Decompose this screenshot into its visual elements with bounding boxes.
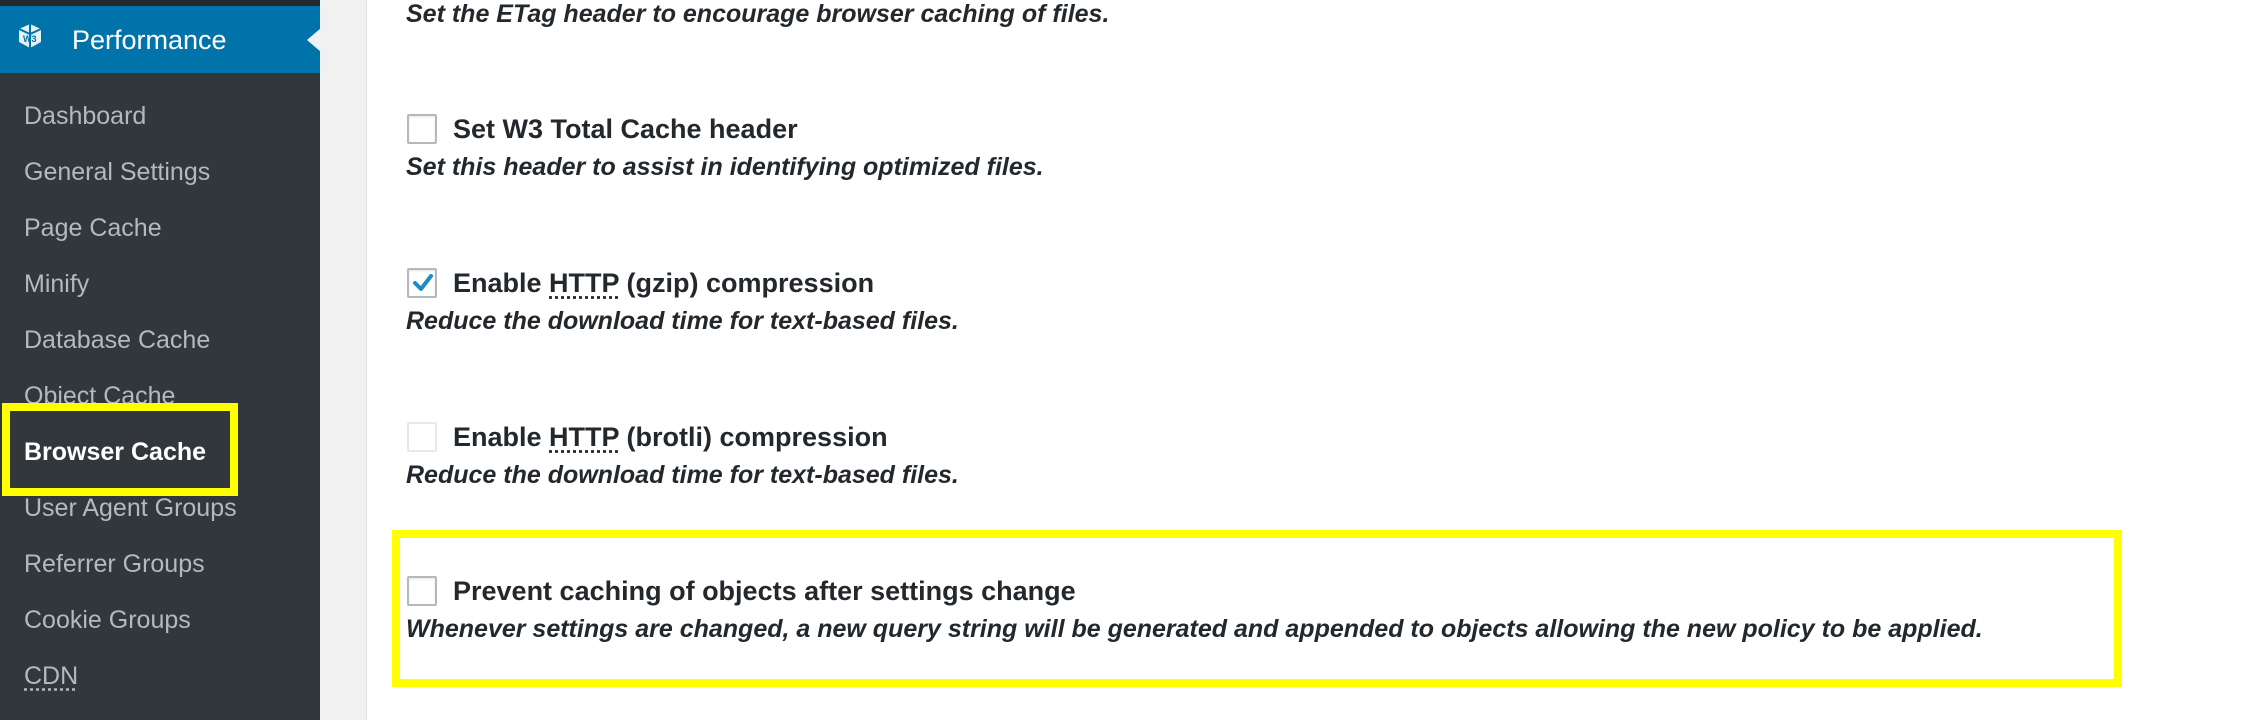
sidebar-item-user-agent-groups[interactable]: User Agent Groups <box>24 493 237 523</box>
sidebar-item-page-cache[interactable]: Page Cache <box>24 213 162 243</box>
sidebar-item-database-cache[interactable]: Database Cache <box>24 325 210 355</box>
gzip-checkbox[interactable] <box>407 268 437 298</box>
sidebar-item-general-settings[interactable]: General Settings <box>24 157 210 187</box>
w3tc-header-checkbox[interactable] <box>407 114 437 144</box>
w3tc-header-label[interactable]: Set W3 Total Cache header <box>453 113 798 145</box>
brotli-label[interactable]: Enable HTTP (brotli) compression <box>453 421 888 453</box>
sidebar-item-cookie-groups[interactable]: Cookie Groups <box>24 605 191 635</box>
sidebar-menu-title: Performance <box>72 25 227 55</box>
gzip-label-post: (gzip) compression <box>619 268 875 298</box>
w3tc-logo-icon: W3 <box>14 20 46 52</box>
settings-panel: Set the ETag header to encourage browser… <box>367 0 2246 720</box>
gzip-description: Reduce the download time for text-based … <box>406 307 959 335</box>
gzip-label[interactable]: Enable HTTP (gzip) compression <box>453 267 874 299</box>
sidebar-item-minify[interactable]: Minify <box>24 269 89 299</box>
settings-content: Set the ETag header to encourage browser… <box>320 0 2246 720</box>
brotli-label-post: (brotli) compression <box>619 422 888 452</box>
gzip-label-abbr: HTTP <box>549 268 620 298</box>
checkmark-icon <box>413 274 433 291</box>
brotli-label-pre: Enable <box>453 422 550 452</box>
w3tc-header-description: Set this header to assist in identifying… <box>406 153 1044 181</box>
admin-sidebar: W3 Performance Dashboard General Setting… <box>0 0 321 720</box>
gzip-label-pre: Enable <box>453 268 550 298</box>
prevent-caching-highlight-box <box>392 530 2122 687</box>
sidebar-item-cdn[interactable]: CDN <box>24 661 78 691</box>
sidebar-item-dashboard[interactable]: Dashboard <box>24 101 146 131</box>
brotli-label-abbr: HTTP <box>549 422 620 452</box>
brotli-description: Reduce the download time for text-based … <box>406 461 959 489</box>
sidebar-highlight-box <box>2 403 238 496</box>
brotli-checkbox[interactable] <box>407 422 437 452</box>
etag-description: Set the ETag header to encourage browser… <box>406 0 1110 28</box>
current-menu-arrow <box>307 28 321 52</box>
sidebar-item-referrer-groups[interactable]: Referrer Groups <box>24 549 205 579</box>
sidebar-menu-performance[interactable]: W3 Performance <box>0 6 321 73</box>
svg-text:W3: W3 <box>23 34 37 44</box>
